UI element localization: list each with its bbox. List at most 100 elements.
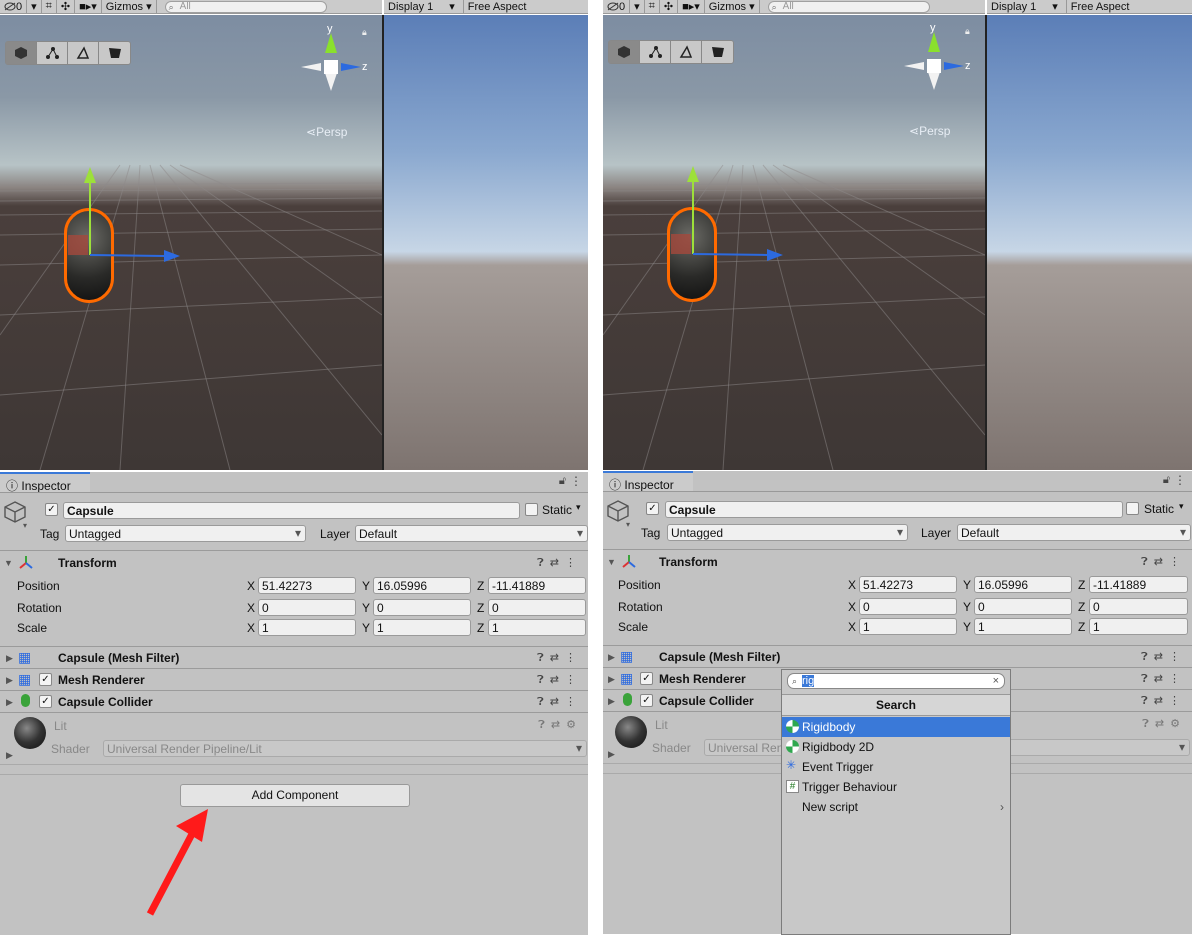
material-actions[interactable]: ❓︎⇄⚙ <box>538 718 582 732</box>
rotation-y-field[interactable]: 0 <box>974 598 1072 615</box>
move-gizmo[interactable] <box>60 163 260 313</box>
fx-toggle[interactable]: ✣ <box>57 0 76 14</box>
game-view[interactable] <box>384 15 588 470</box>
tool-shaded[interactable] <box>609 41 640 63</box>
object-name-field[interactable]: Capsule <box>665 501 1123 518</box>
fold-arrow-icon[interactable]: ▶ <box>608 652 615 663</box>
component-actions[interactable]: ❓︎⇄⋮ <box>537 651 582 665</box>
tag-dropdown[interactable]: Untagged <box>65 525 306 542</box>
layer-dropdown[interactable]: Default <box>355 525 588 542</box>
menu-item-rigidbody-2d[interactable]: Rigidbody 2D <box>782 737 1010 757</box>
component-actions[interactable]: ❓︎⇄⋮ <box>537 556 582 570</box>
aspect-dropdown[interactable]: Free Aspect <box>464 1 527 13</box>
scale-z-field[interactable]: 1 <box>1089 618 1188 635</box>
rotation-x-field[interactable]: 0 <box>859 598 957 615</box>
grid-toggle[interactable]: ⌗ <box>645 0 660 14</box>
static-checkbox[interactable] <box>525 503 538 516</box>
camera-dropdown[interactable]: ■▸ ▾ <box>75 0 102 14</box>
transform-title[interactable]: Transform <box>659 555 718 569</box>
shader-dropdown[interactable]: Universal Render Pipeline/Lit <box>103 740 587 757</box>
component-actions[interactable]: ❓︎⇄⋮ <box>1141 694 1186 708</box>
layers-dropdown[interactable]: ▾ <box>630 0 645 14</box>
component-actions[interactable]: ❓︎⇄⋮ <box>1141 555 1186 569</box>
inspector-tab[interactable]: ⓘ Inspector <box>0 472 90 493</box>
tool-edge[interactable] <box>671 41 702 63</box>
component-actions[interactable]: ❓︎⇄⋮ <box>537 695 582 709</box>
menu-item-event-trigger[interactable]: ✳ Event Trigger <box>782 757 1010 777</box>
fold-arrow-icon[interactable]: ▶ <box>608 749 615 760</box>
tool-vertex[interactable] <box>640 41 671 63</box>
game-view[interactable] <box>987 15 1192 470</box>
aspect-dropdown[interactable]: Free Aspect <box>1067 1 1130 13</box>
capsule-collider-checkbox[interactable]: ✓ <box>39 695 52 708</box>
tool-shaded[interactable] <box>6 42 37 64</box>
camera-dropdown[interactable]: ■▸ ▾ <box>678 0 705 14</box>
rotation-z-field[interactable]: 0 <box>1089 598 1188 615</box>
clear-search-icon[interactable]: × <box>993 674 999 688</box>
lock-icon[interactable]: 🔓︎ <box>1163 474 1170 487</box>
scale-x-field[interactable]: 1 <box>859 618 957 635</box>
layers-dropdown[interactable]: ▾ <box>27 0 42 14</box>
menu-item-trigger-behaviour[interactable]: # Trigger Behaviour <box>782 777 1010 797</box>
rotation-z-field[interactable]: 0 <box>488 599 586 616</box>
projection-toggle[interactable]: ⋖Persp <box>909 124 950 138</box>
tool-face[interactable] <box>99 42 130 64</box>
position-x-field[interactable]: 51.42273 <box>859 576 957 593</box>
position-z-field[interactable]: -11.41889 <box>1089 576 1188 593</box>
chevron-down-icon[interactable]: ▾ <box>1048 0 1058 13</box>
object-name-field[interactable]: Capsule <box>63 502 520 519</box>
rotation-y-field[interactable]: 0 <box>373 599 471 616</box>
gizmos-dropdown[interactable]: Gizmos ▾ <box>705 0 760 14</box>
inspector-tab[interactable]: ⓘ Inspector <box>603 471 693 492</box>
lock-icon[interactable]: 🔓︎ <box>559 475 566 488</box>
mesh-renderer-title[interactable]: Mesh Renderer <box>659 672 746 686</box>
transform-title[interactable]: Transform <box>58 556 117 570</box>
projection-toggle[interactable]: ⋖Persp <box>306 125 347 139</box>
lock-icon[interactable]: 🔒︎ <box>965 26 970 37</box>
capsule-collider-title[interactable]: Capsule Collider <box>58 695 153 709</box>
display-dropdown[interactable]: Display 1 <box>987 1 1036 13</box>
layer-dropdown[interactable]: Default <box>957 524 1191 541</box>
visibility-toggle[interactable]: 0 <box>0 0 28 14</box>
component-search-input[interactable]: ⌕ rig × <box>787 673 1005 689</box>
mesh-renderer-checkbox[interactable]: ✓ <box>640 672 653 685</box>
mesh-filter-title[interactable]: Capsule (Mesh Filter) <box>58 651 179 665</box>
fold-arrow-icon[interactable]: ▶ <box>6 653 13 664</box>
active-checkbox[interactable]: ✓ <box>646 502 659 515</box>
fold-arrow-icon[interactable]: ▶ <box>6 697 13 708</box>
fold-arrow-icon[interactable]: ▼ <box>607 557 616 567</box>
tool-edge[interactable] <box>68 42 99 64</box>
scale-x-field[interactable]: 1 <box>258 619 356 636</box>
fold-arrow-icon[interactable]: ▶ <box>6 750 13 761</box>
rotation-x-field[interactable]: 0 <box>258 599 356 616</box>
position-x-field[interactable]: 51.42273 <box>258 577 356 594</box>
fold-arrow-icon[interactable]: ▶ <box>608 696 615 707</box>
fold-arrow-icon[interactable]: ▶ <box>6 675 13 686</box>
mesh-renderer-checkbox[interactable]: ✓ <box>39 673 52 686</box>
scale-y-field[interactable]: 1 <box>974 618 1072 635</box>
tag-dropdown[interactable]: Untagged <box>667 524 908 541</box>
tool-face[interactable] <box>702 41 733 63</box>
component-actions[interactable]: ❓︎⇄⋮ <box>1141 650 1186 664</box>
scene-search-input[interactable]: ⌕ All <box>164 0 327 13</box>
grid-toggle[interactable]: ⌗ <box>42 0 57 14</box>
scene-search-input[interactable]: ⌕ All <box>767 0 930 13</box>
chevron-down-icon[interactable]: ▾ <box>1179 501 1184 512</box>
scene-view[interactable]: y z 🔒︎ ⋖Persp <box>603 15 985 470</box>
position-y-field[interactable]: 16.05996 <box>974 576 1072 593</box>
material-actions[interactable]: ❓︎⇄⚙ <box>1142 717 1186 731</box>
capsule-collider-checkbox[interactable]: ✓ <box>640 694 653 707</box>
position-z-field[interactable]: -11.41889 <box>488 577 586 594</box>
static-checkbox[interactable] <box>1126 502 1139 515</box>
scene-view[interactable]: y z 🔒︎ ⋖Persp <box>0 15 382 470</box>
component-actions[interactable]: ❓︎⇄⋮ <box>537 673 582 687</box>
display-dropdown[interactable]: Display 1 <box>384 1 433 13</box>
mesh-renderer-title[interactable]: Mesh Renderer <box>58 673 145 687</box>
position-y-field[interactable]: 16.05996 <box>373 577 471 594</box>
scale-z-field[interactable]: 1 <box>488 619 586 636</box>
menu-item-new-script[interactable]: New script › <box>782 797 1010 817</box>
scale-y-field[interactable]: 1 <box>373 619 471 636</box>
capsule-collider-title[interactable]: Capsule Collider <box>659 694 754 708</box>
tool-vertex[interactable] <box>37 42 68 64</box>
lock-icon[interactable]: 🔒︎ <box>362 27 367 38</box>
